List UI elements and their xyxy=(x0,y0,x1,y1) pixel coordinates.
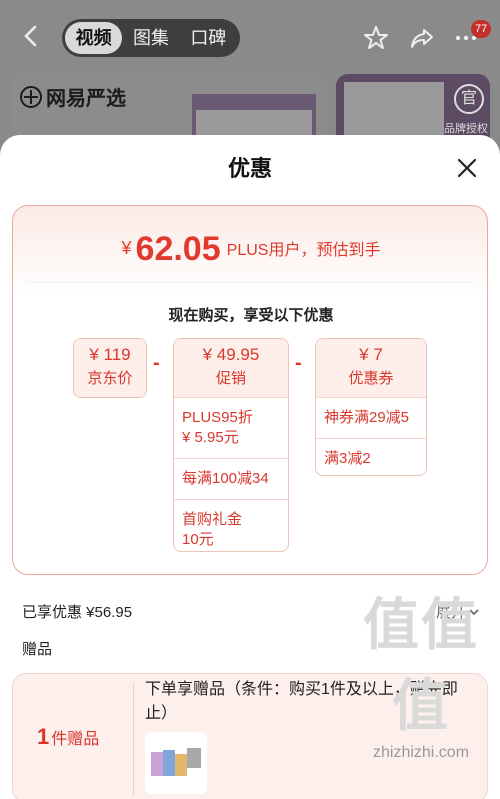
share-icon[interactable] xyxy=(408,24,436,52)
watermark: 值值值 zhizhizhi.com xyxy=(346,580,496,762)
base-price-card: ¥ 119 京东价 xyxy=(73,338,147,398)
brand-logo: 网易严选 xyxy=(20,82,126,111)
star-icon[interactable] xyxy=(362,24,390,52)
minus-operator: - xyxy=(153,352,160,374)
gifts-heading: 赠品 xyxy=(22,641,53,658)
promo-item: 每满100减34 xyxy=(174,458,288,499)
tab-reviews[interactable]: 口碑 xyxy=(180,22,237,54)
promo-summary: ¥62.05 PLUS用户，预估到手 现在购买，享受以下优惠 ¥ 119 京东价 … xyxy=(12,205,488,575)
promo-card: ¥ 49.95 促销 PLUS95折 ¥ 5.95元 每满100减34 首购礼金… xyxy=(173,338,289,552)
tab-video[interactable]: 视频 xyxy=(65,22,123,54)
gift-image[interactable] xyxy=(145,732,207,794)
media-tabs: 视频 图集 口碑 xyxy=(62,19,240,57)
promo-item: 首购礼金 10元 xyxy=(174,499,288,560)
coupon-label: 优惠券 xyxy=(348,370,394,387)
price-note: PLUS用户，预估到手 xyxy=(226,242,381,259)
breakdown-subtitle: 现在购买，享受以下优惠 xyxy=(168,307,334,324)
seal-label: 品牌授权 xyxy=(444,123,488,135)
base-price-value: ¥ 119 xyxy=(89,345,131,364)
gift-divider xyxy=(133,682,134,796)
promo-label: 促销 xyxy=(215,370,246,387)
promo-value: ¥ 49.95 xyxy=(202,345,260,364)
coupon-value: ¥ 7 xyxy=(359,345,383,364)
promo-item: PLUS95折 ¥ 5.95元 xyxy=(174,397,288,458)
currency-symbol: ¥ xyxy=(121,238,132,258)
minus-operator: - xyxy=(295,352,302,374)
price-amount: 62.05 xyxy=(135,230,221,268)
coupon-item: 神券满29减5 xyxy=(316,397,426,438)
notification-badge: 77 xyxy=(471,20,492,38)
close-icon[interactable] xyxy=(454,155,480,181)
coupon-card: ¥ 7 优惠券 神券满29减5 满3减2 xyxy=(315,338,427,476)
tab-gallery[interactable]: 图集 xyxy=(122,22,179,54)
top-bar: 视频 图集 口碑 77 xyxy=(0,14,500,64)
watermark-logo: 值值值 xyxy=(363,593,479,737)
base-price-label: 京东价 xyxy=(87,370,133,387)
coupon-item: 满3减2 xyxy=(316,438,426,479)
final-price: ¥62.05 PLUS用户，预估到手 xyxy=(13,230,489,269)
brand-logo-icon xyxy=(20,85,42,108)
gift-count: 1 件赠品 xyxy=(37,724,100,749)
watermark-domain: zhizhizhi.com xyxy=(372,744,470,761)
sheet-title: 优惠 xyxy=(227,156,272,181)
back-arrow-icon[interactable] xyxy=(18,22,46,50)
enjoyed-discount: 已享优惠 ¥56.95 xyxy=(22,604,133,621)
divider xyxy=(29,282,473,283)
official-seal-icon: 官 xyxy=(454,84,484,114)
